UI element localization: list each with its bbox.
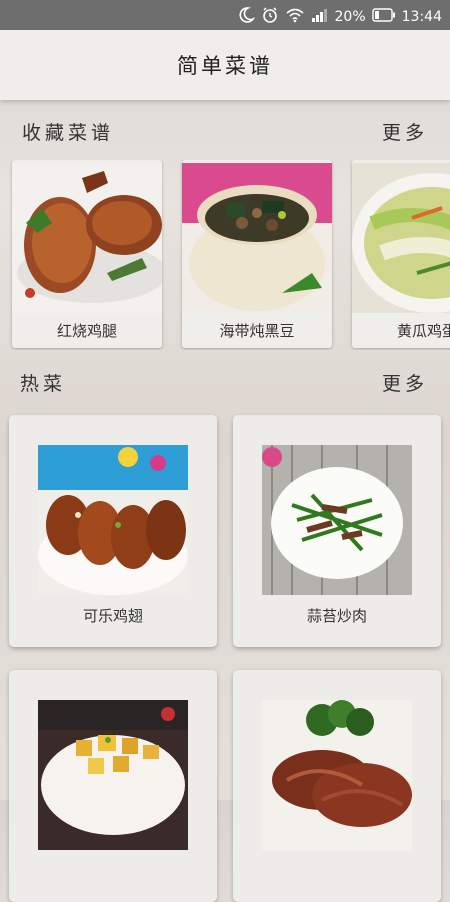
hot-dish-card[interactable] <box>9 670 217 902</box>
favorite-card[interactable]: 黄瓜鸡蛋 <box>352 160 450 348</box>
favorite-card-label: 海带炖黑豆 <box>219 322 295 340</box>
recipe-image <box>12 163 162 313</box>
status-bar: 20% 13:44 <box>0 0 450 30</box>
favorite-card[interactable]: 海带炖黑豆 <box>182 160 332 348</box>
favorite-card[interactable]: 红烧鸡腿 <box>12 160 162 348</box>
hot-dish-card[interactable]: 可乐鸡翅 <box>9 415 217 647</box>
hot-header: 热菜 更多 <box>0 369 450 399</box>
recipe-image <box>262 700 412 850</box>
favorites-header: 收藏菜谱 更多 <box>0 118 450 148</box>
recipe-image <box>38 445 188 595</box>
clock-time: 13:44 <box>401 9 442 25</box>
moon-icon <box>237 6 255 28</box>
favorite-card-label: 红烧鸡腿 <box>56 322 117 340</box>
hot-dish-label: 蒜苔炒肉 <box>306 607 367 625</box>
hot-dish-label: 可乐鸡翅 <box>82 607 143 625</box>
recipe-image <box>262 445 412 595</box>
favorites-title: 收藏菜谱 <box>22 122 115 144</box>
hot-more-button[interactable]: 更多 <box>382 369 428 396</box>
app-title: 简单菜谱 <box>177 54 273 78</box>
signal-icon <box>311 7 329 27</box>
hot-dish-card[interactable]: 蒜苔炒肉 <box>233 415 441 647</box>
hot-dish-card[interactable] <box>233 670 441 902</box>
battery-icon <box>371 8 396 26</box>
favorite-card-label: 黄瓜鸡蛋 <box>396 322 450 340</box>
app-bar: 简单菜谱 <box>0 30 450 100</box>
hot-title: 热菜 <box>20 373 67 395</box>
recipe-image <box>182 163 332 313</box>
favorites-carousel[interactable]: 红烧鸡腿 海带炖黑豆 黄瓜鸡蛋 <box>0 160 450 350</box>
battery-percent: 20% <box>334 9 366 25</box>
recipe-image <box>38 700 188 850</box>
wifi-icon <box>285 7 305 27</box>
recipe-image <box>352 163 450 313</box>
alarm-icon <box>261 6 279 28</box>
favorites-more-button[interactable]: 更多 <box>382 118 428 145</box>
